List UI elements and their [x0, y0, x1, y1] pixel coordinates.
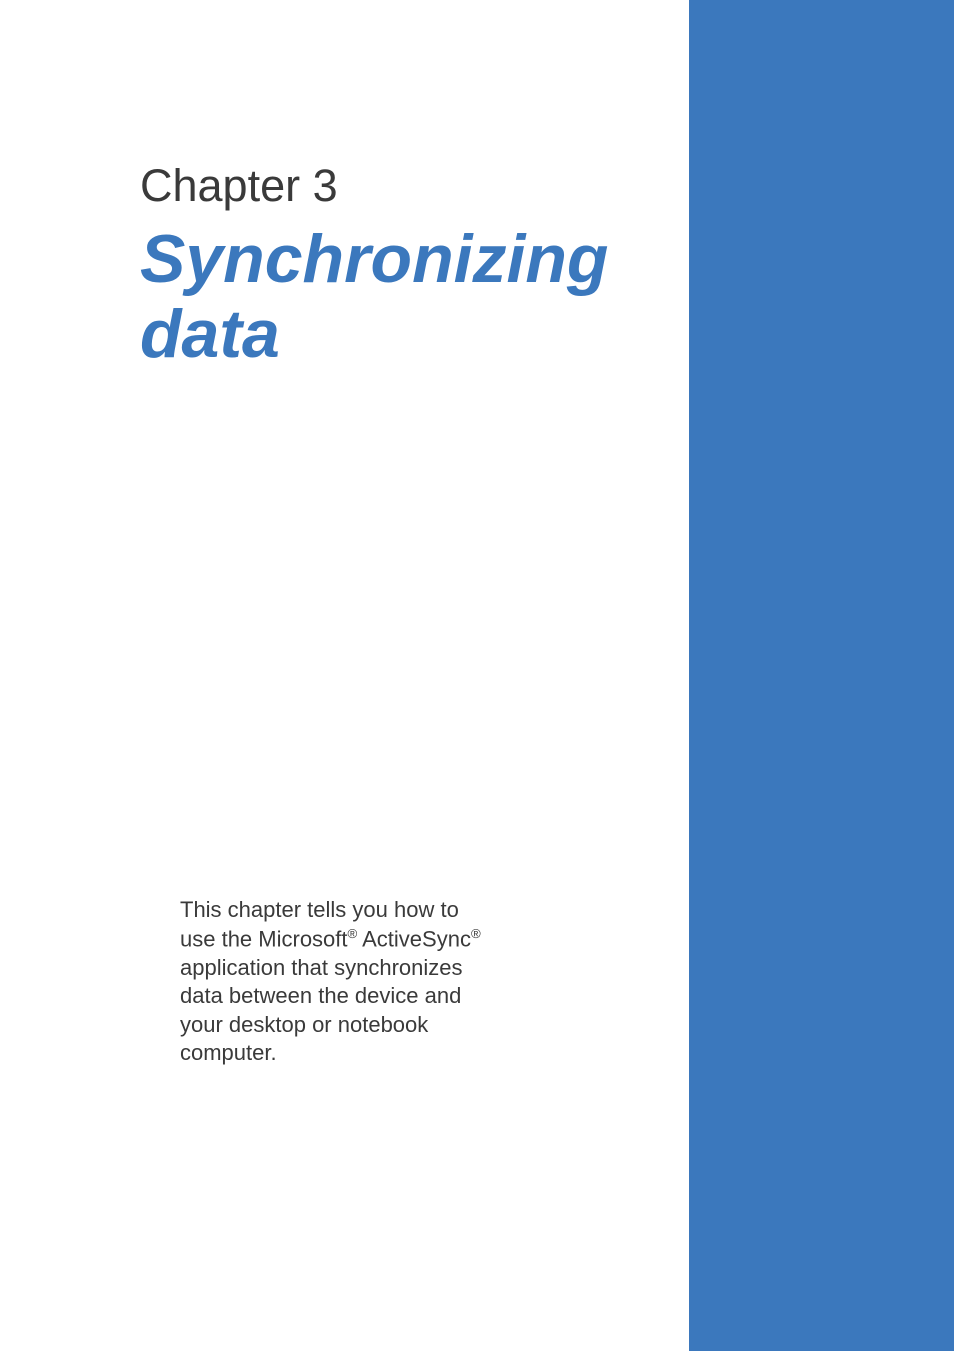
chapter-title: Synchronizing data — [140, 222, 689, 372]
desc-part2: ActiveSync — [357, 926, 471, 951]
chapter-description: This chapter tells you how to use the Mi… — [180, 896, 500, 1068]
registered-mark-1: ® — [348, 926, 358, 941]
sidebar-accent — [689, 0, 954, 1351]
chapter-title-line1: Synchronizing — [140, 221, 608, 297]
chapter-label: Chapter 3 — [140, 160, 689, 212]
registered-mark-2: ® — [471, 926, 481, 941]
page-content: Chapter 3 Synchronizing data — [0, 0, 689, 1351]
chapter-title-line2: data — [140, 296, 280, 372]
desc-part3: application that synchronizes data betwe… — [180, 955, 463, 1066]
